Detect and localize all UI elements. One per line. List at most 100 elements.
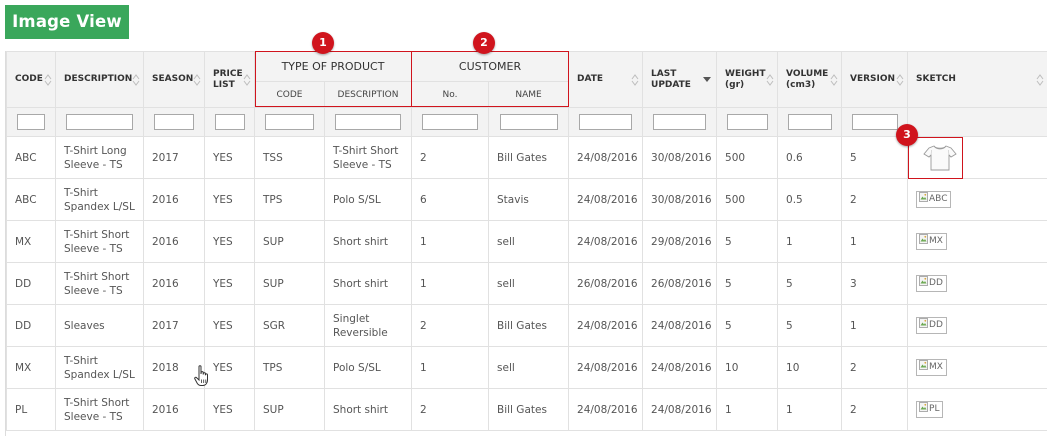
filter-input-last-update[interactable] — [653, 114, 707, 130]
sketch-image[interactable]: MX — [916, 359, 947, 376]
type-of-product-highlight — [255, 51, 412, 107]
sort-icon[interactable] — [132, 73, 140, 86]
col-header-price-list[interactable]: PRICE LIST — [204, 51, 255, 108]
col-header-label-line2: LIST — [213, 79, 235, 90]
cell-description: T-Shirt Spandex L/SL — [55, 346, 144, 389]
filter-input-date[interactable] — [579, 114, 633, 130]
image-view-button[interactable]: Image View — [5, 5, 129, 39]
cell-type-description: T-Shirt Short Sleeve - TS — [323, 136, 413, 179]
sort-icon[interactable] — [830, 73, 838, 86]
table-row[interactable]: ABC T-Shirt Spandex L/SL 2016 YES TPS Polo S/… — [6, 178, 1047, 221]
filter-cell — [907, 107, 1047, 137]
sort-desc-icon[interactable] — [703, 76, 712, 83]
cell-price-list: YES — [204, 346, 255, 389]
cell-customer-name: Bill Gates — [488, 136, 570, 179]
cell-last-update: 24/08/2016 — [642, 388, 718, 431]
col-header-label-line2: (cm3) — [786, 79, 816, 90]
broken-image-icon — [919, 234, 928, 244]
cell-season: 2016 — [143, 262, 205, 305]
sort-icon[interactable] — [1036, 73, 1044, 86]
filter-input-volume[interactable] — [787, 114, 832, 130]
sort-icon[interactable] — [631, 73, 639, 86]
cell-customer-name: Stavis — [488, 178, 570, 221]
cell-customer-no: 1 — [411, 346, 490, 389]
col-header-weight[interactable]: WEIGHT (gr) — [716, 51, 779, 108]
sketch-image[interactable]: DD — [916, 275, 947, 292]
col-header-code[interactable]: CODE — [6, 51, 56, 108]
table-row[interactable]: DD T-Shirt Short Sleeve - TS 2016 YES SUP Sho… — [6, 262, 1047, 305]
filter-input-customer-name[interactable] — [499, 114, 558, 130]
filter-input-code[interactable] — [17, 114, 45, 130]
filter-cell — [777, 107, 843, 137]
filter-input-customer-no[interactable] — [422, 114, 479, 130]
cell-customer-no: 6 — [411, 178, 490, 221]
col-header-version[interactable]: VERSION — [841, 51, 909, 108]
broken-image-icon — [919, 318, 928, 328]
sketch-image[interactable]: PL — [916, 401, 944, 418]
sketch-highlight — [908, 137, 963, 179]
sketch-image-alt: MX — [929, 362, 943, 372]
sort-icon[interactable] — [766, 73, 774, 86]
cell-description: T-Shirt Short Sleeve - TS — [55, 220, 144, 263]
table-row[interactable]: MX T-Shirt Short Sleeve - TS 2016 YES SUP Sho… — [6, 220, 1047, 263]
cell-season: 2016 — [143, 178, 205, 221]
col-header-description[interactable]: DESCRIPTION — [55, 51, 144, 108]
filter-input-description[interactable] — [66, 114, 133, 130]
cell-last-update: 24/08/2016 — [642, 304, 718, 347]
cell-type-code: TPS — [254, 346, 325, 389]
filter-input-type-description[interactable] — [335, 114, 401, 130]
filter-cell — [254, 107, 325, 137]
col-header-season[interactable]: SEASON — [143, 51, 205, 108]
table-row[interactable]: PL T-Shirt Short Sleeve - TS 2016 YES SUP Sho… — [6, 388, 1047, 431]
filter-input-season[interactable] — [154, 114, 194, 130]
sketch-image[interactable]: ABC — [916, 191, 952, 208]
cell-type-code: TSS — [254, 136, 325, 179]
col-header-last-update[interactable]: LAST UPDATE — [642, 51, 718, 108]
cell-sketch: MX — [907, 220, 1047, 263]
cell-type-description: Singlet Reversible — [323, 304, 413, 347]
sort-icon[interactable] — [243, 73, 251, 86]
sketch-image-alt: DD — [929, 320, 943, 330]
broken-image-icon — [919, 402, 928, 412]
cell-date: 24/08/2016 — [568, 388, 644, 431]
table-row[interactable]: MX T-Shirt Spandex L/SL 2018 YES TPS Polo S/S… — [6, 346, 1047, 389]
cell-type-code: SUP — [254, 388, 325, 431]
filter-input-price-list[interactable] — [214, 114, 245, 130]
cell-type-description: Short shirt — [323, 388, 413, 431]
filter-cell — [642, 107, 718, 137]
col-header-date[interactable]: DATE — [568, 51, 644, 108]
filter-input-version[interactable] — [851, 114, 898, 130]
cell-season: 2017 — [143, 304, 205, 347]
col-header-sketch[interactable]: SKETCH — [907, 51, 1047, 108]
cell-date: 24/08/2016 — [568, 304, 644, 347]
callout-badge-1: 1 — [312, 32, 334, 54]
cell-season: 2016 — [143, 220, 205, 263]
cell-code: ABC — [6, 136, 56, 179]
broken-image-icon — [919, 276, 928, 286]
cell-version: 1 — [841, 304, 909, 347]
col-header-volume[interactable]: VOLUME (cm3) — [777, 51, 843, 108]
col-header-label-line1: WEIGHT — [725, 68, 766, 79]
cell-sketch: PL — [907, 388, 1047, 431]
filter-cell — [488, 107, 570, 137]
cell-last-update: 29/08/2016 — [642, 220, 718, 263]
filter-input-weight[interactable] — [726, 114, 768, 130]
cell-last-update: 24/08/2016 — [642, 346, 718, 389]
cell-volume: 5 — [777, 304, 843, 347]
sketch-image[interactable]: MX — [916, 233, 947, 250]
cell-version: 2 — [841, 178, 909, 221]
table-row[interactable]: DD Sleaves 2017 YES SGR Singlet Reversible 2 Bi… — [6, 304, 1047, 347]
col-header-label-line1: VOLUME — [786, 68, 829, 79]
sort-icon[interactable] — [896, 73, 904, 86]
cell-type-code: TPS — [254, 178, 325, 221]
filter-input-type-code[interactable] — [265, 114, 314, 130]
cell-type-description: Polo S/SL — [323, 346, 413, 389]
cell-description: T-Shirt Spandex L/SL — [55, 178, 144, 221]
filter-cell — [716, 107, 779, 137]
sketch-image[interactable]: DD — [916, 317, 947, 334]
sort-icon[interactable] — [193, 73, 201, 86]
cell-last-update: 30/08/2016 — [642, 178, 718, 221]
sort-icon[interactable] — [44, 73, 52, 86]
grid-body: ABC T-Shirt Long Sleeve - TS 2017 YES TSS T-S… — [6, 136, 1047, 431]
table-row[interactable]: ABC T-Shirt Long Sleeve - TS 2017 YES TSS T-S… — [6, 136, 1047, 179]
